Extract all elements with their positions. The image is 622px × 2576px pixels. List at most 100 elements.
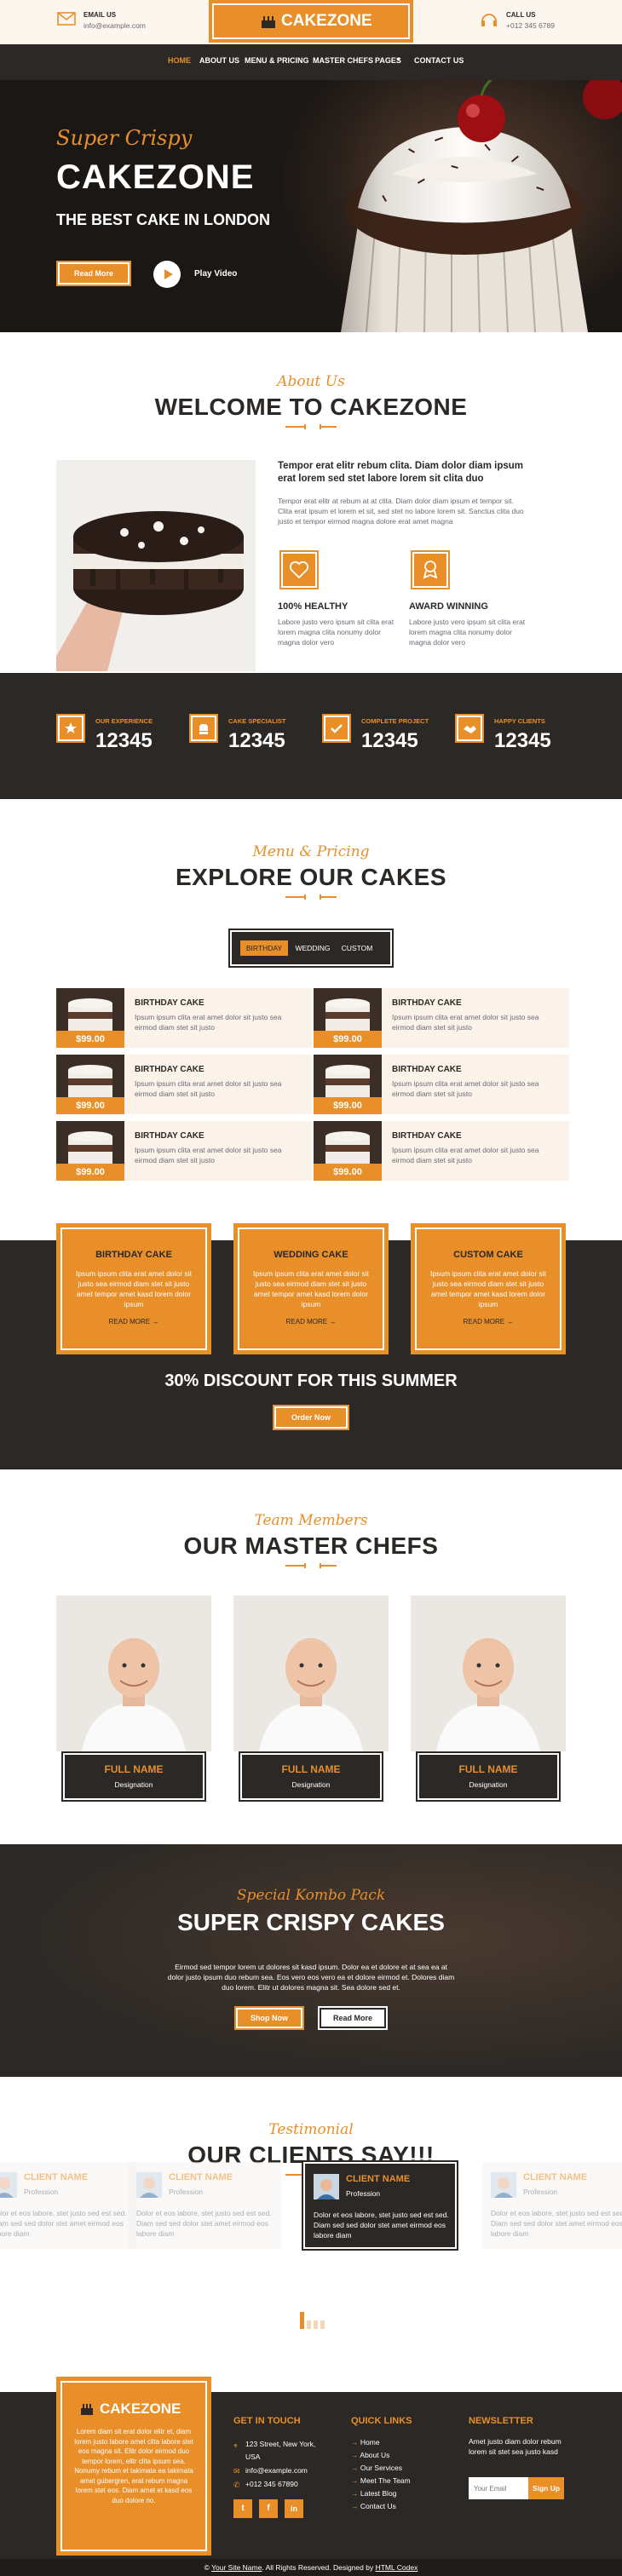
cake-icon	[79, 2401, 95, 2417]
fact-value: 12345	[95, 729, 153, 752]
nav-menu-pricing[interactable]: MENU & PRICING	[245, 56, 309, 65]
offer-read-more-button[interactable]: Read More	[318, 2006, 388, 2030]
testimonial-card[interactable]: CLIENT NAME Profession Dolor et eos labore…	[128, 2162, 281, 2249]
menu-tabs: BIRTHDAY WEDDING CUSTOM	[228, 929, 394, 968]
client-avatar	[0, 2172, 17, 2198]
offer-text: Eirmod sed tempor lorem ut dolores sit k…	[167, 1963, 455, 1992]
client-quote: Dolor et eos labore, stet justo sed est …	[136, 2209, 272, 2238]
footer-email[interactable]: info@example.com	[245, 2464, 308, 2477]
menu-item-price: $99.00	[56, 1031, 124, 1048]
about-title: WELCOME TO CAKEZONE	[154, 394, 468, 420]
copyright-designer-link[interactable]: HTML Codex	[376, 2563, 418, 2572]
title-divider	[285, 424, 337, 429]
chef-role: Designation	[291, 1780, 331, 1789]
chef-photo	[56, 1596, 211, 1751]
menu-item-card[interactable]: $99.00 BIRTHDAY CAKE Ipsum ipsum clita era…	[314, 1121, 569, 1181]
feature-healthy-title: 100% HEALTHY	[278, 601, 348, 612]
footer-link[interactable]: → Our Services	[351, 2462, 411, 2475]
tab-birthday[interactable]: BIRTHDAY	[240, 940, 288, 956]
service-read-more-link[interactable]: READ MORE →	[59, 1318, 209, 1325]
fact-value: 12345	[361, 729, 418, 752]
footer-newsletter-title: NEWSLETTER	[469, 2416, 533, 2426]
carousel-dot[interactable]	[314, 2320, 318, 2329]
facts-section: OUR EXPERIENCE 12345 CAKE SPECIALIST 123…	[0, 673, 622, 799]
brand-logo[interactable]: CAKEZONE	[209, 0, 413, 43]
chef-photo	[233, 1596, 389, 1751]
menu-item-card[interactable]: $99.00 BIRTHDAY CAKE Ipsum ipsum clita era…	[314, 988, 569, 1048]
footer-link[interactable]: → Contact Us	[351, 2500, 411, 2513]
service-title: WEDDING CAKE	[274, 1250, 348, 1260]
client-quote: Dolor et eos labore, stet justo sed est …	[0, 2209, 127, 2238]
menu-item-price: $99.00	[56, 1164, 124, 1181]
testimonial-card[interactable]: CLIENT NAME Profession Dolor et eos labore…	[0, 2162, 136, 2249]
tab-wedding[interactable]: WEDDING	[291, 940, 334, 956]
handshake-icon	[455, 714, 484, 743]
twitter-icon[interactable]: t	[233, 2499, 252, 2518]
service-card-birthday: BIRTHDAY CAKE Ipsum ipsum clita erat ame…	[56, 1223, 211, 1354]
client-name: CLIENT NAME	[24, 2172, 89, 2182]
hero-section: Super Crispy CAKEZONE THE BEST CAKE IN L…	[0, 80, 622, 332]
tab-custom[interactable]: CUSTOM	[336, 940, 378, 956]
footer-link[interactable]: → Home	[351, 2436, 411, 2449]
client-avatar	[491, 2172, 516, 2198]
service-read-more-link[interactable]: READ MORE →	[236, 1318, 386, 1325]
services-section: BIRTHDAY CAKE Ipsum ipsum clita erat ame…	[0, 1199, 622, 1469]
client-profession: Profession	[523, 2188, 558, 2196]
linkedin-icon[interactable]: in	[285, 2499, 303, 2518]
menu-item-card[interactable]: $99.00 BIRTHDAY CAKE Ipsum ipsum clita era…	[314, 1055, 569, 1114]
feature-award-title: AWARD WINNING	[409, 601, 488, 612]
nav-home[interactable]: HOME	[168, 56, 191, 65]
client-profession: Profession	[24, 2188, 59, 2196]
menu-item-price: $99.00	[314, 1164, 382, 1181]
menu-item-card[interactable]: $99.00 BIRTHDAY CAKE Ipsum ipsum clita era…	[56, 1055, 312, 1114]
facebook-icon[interactable]: f	[259, 2499, 278, 2518]
chef-name: FULL NAME	[281, 1763, 341, 1775]
shop-now-button[interactable]: Shop Now	[234, 2006, 304, 2030]
copyright-bar: © Your Site Name. All Rights Reserved. D…	[0, 2559, 622, 2576]
newsletter-signup-button[interactable]: Sign Up	[528, 2477, 564, 2499]
menu-section: Menu & Pricing EXPLORE OUR CAKES BIRTHDA…	[0, 799, 622, 1199]
map-pin-icon: ⌖	[233, 2441, 239, 2450]
footer-brand-name: CAKEZONE	[100, 2401, 181, 2417]
testimonial-subtitle: Testimonial	[268, 2121, 354, 2138]
arrow-right-icon: →	[351, 2451, 360, 2459]
footer-links-title: QUICK LINKS	[351, 2416, 412, 2426]
newsletter-email-input[interactable]	[469, 2477, 528, 2499]
service-desc: Ipsum ipsum clita erat amet dolor sit ju…	[429, 1269, 547, 1308]
order-now-button[interactable]: Order Now	[273, 1405, 349, 1430]
service-desc: Ipsum ipsum clita erat amet dolor sit ju…	[75, 1269, 193, 1308]
menu-item-title: BIRTHDAY CAKE	[392, 1065, 462, 1074]
menu-item-card[interactable]: $99.00 BIRTHDAY CAKE Ipsum ipsum clita era…	[56, 988, 312, 1048]
footer-link[interactable]: → Meet The Team	[351, 2475, 411, 2487]
footer-link-label: Latest Blog	[360, 2489, 397, 2498]
play-video-label[interactable]: Play Video	[194, 269, 237, 279]
testimonial-card-active[interactable]: CLIENT NAME Profession Dolor et eos labore…	[302, 2160, 458, 2251]
carousel-dot-active[interactable]	[300, 2312, 304, 2329]
carousel-dot[interactable]	[320, 2320, 325, 2329]
nav-master-chefs[interactable]: MASTER CHEFS	[313, 56, 373, 65]
footer-phone[interactable]: +012 345 67890	[245, 2478, 298, 2491]
footer-link[interactable]: → About Us	[351, 2449, 411, 2462]
client-quote: Dolor et eos labore, stet justo sed est …	[491, 2209, 622, 2238]
footer-touch-title: GET IN TOUCH	[233, 2416, 301, 2426]
play-video-button[interactable]	[153, 261, 181, 288]
footer: CAKEZONE Lorem diam sit erat dolor elitr…	[0, 2377, 622, 2576]
menu-title: EXPLORE OUR CAKES	[175, 864, 447, 890]
menu-item-desc: Ipsum ipsum clita erat amet dolor sit ju…	[135, 1079, 282, 1098]
nav-contact[interactable]: CONTACT US	[414, 56, 464, 65]
copyright-site-link[interactable]: Your Site Name	[211, 2563, 262, 2572]
call-value[interactable]: +012 345 6789	[506, 21, 555, 30]
award-icon	[411, 550, 450, 589]
carousel-dot[interactable]	[307, 2320, 311, 2329]
footer-link[interactable]: → Latest Blog	[351, 2487, 411, 2500]
offer-section: Special Kombo Pack SUPER CRISPY CAKES Ei…	[0, 1844, 622, 2077]
call-label: CALL US	[506, 11, 536, 19]
hero-read-more-button[interactable]: Read More	[56, 261, 131, 286]
nav-about[interactable]: ABOUT US	[199, 56, 239, 65]
testimonial-card[interactable]: CLIENT NAME Profession Dolor et eos labore…	[482, 2162, 622, 2249]
main-navbar: HOME ABOUT US MENU & PRICING MASTER CHEF…	[0, 44, 622, 80]
menu-item-card[interactable]: $99.00 BIRTHDAY CAKE Ipsum ipsum clita era…	[56, 1121, 312, 1181]
menu-item-desc: Ipsum ipsum clita erat amet dolor sit ju…	[135, 1013, 282, 1032]
email-value[interactable]: info@example.com	[84, 21, 146, 30]
service-read-more-link[interactable]: READ MORE →	[413, 1318, 563, 1325]
